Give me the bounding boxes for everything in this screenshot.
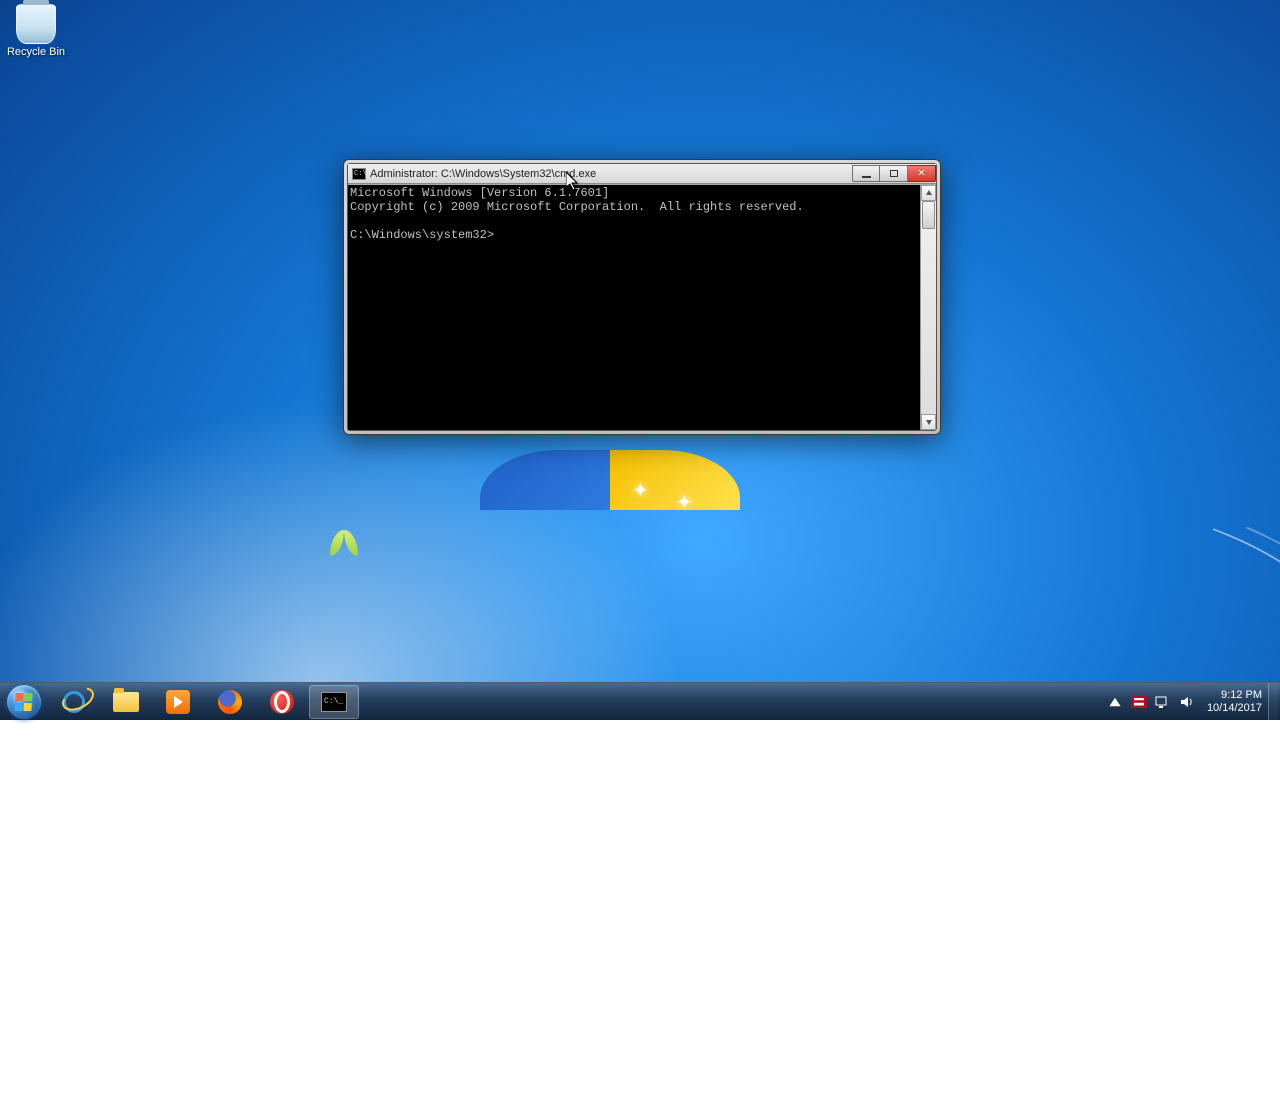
opera-icon bbox=[270, 690, 294, 714]
terminal-prompt: C:\Windows\system32> bbox=[350, 228, 494, 242]
maximize-button[interactable] bbox=[880, 165, 908, 182]
cmd-icon bbox=[352, 168, 366, 180]
minimize-icon bbox=[862, 176, 871, 178]
recycle-bin-icon[interactable]: Recycle Bin bbox=[6, 4, 66, 58]
show-desktop-button[interactable] bbox=[1268, 683, 1278, 721]
system-tray: 9:12 PM 10/14/2017 bbox=[1103, 683, 1280, 721]
terminal-output[interactable]: Microsoft Windows [Version 6.1.7601] Cop… bbox=[348, 185, 920, 430]
taskbar-pin-explorer[interactable] bbox=[101, 685, 151, 719]
network-icon bbox=[1155, 695, 1171, 709]
start-orb-icon bbox=[7, 685, 41, 719]
vertical-scrollbar[interactable] bbox=[920, 185, 936, 430]
close-button[interactable]: ✕ bbox=[908, 165, 936, 182]
clock-date: 10/14/2017 bbox=[1207, 702, 1262, 715]
wallpaper-sparkle: ✦ bbox=[676, 490, 693, 515]
close-icon: ✕ bbox=[917, 168, 925, 179]
taskbar-pin-mediaplayer[interactable] bbox=[153, 685, 203, 719]
firefox-icon bbox=[218, 690, 242, 714]
clock-time: 9:12 PM bbox=[1207, 689, 1262, 702]
window-titlebar[interactable]: Administrator: C:\Windows\System32\cmd.e… bbox=[348, 164, 936, 184]
scroll-down-button[interactable] bbox=[921, 414, 936, 430]
window-title: Administrator: C:\Windows\System32\cmd.e… bbox=[370, 168, 596, 180]
maximize-icon bbox=[890, 170, 898, 177]
folder-icon bbox=[113, 692, 139, 712]
scroll-up-button[interactable] bbox=[921, 185, 936, 201]
desktop-wallpaper[interactable]: ✦ ✦ Recycle Bin Administrator: C:\Window… bbox=[0, 0, 1280, 720]
trash-icon bbox=[16, 4, 56, 44]
internet-explorer-icon bbox=[63, 691, 85, 713]
recycle-bin-label: Recycle Bin bbox=[6, 46, 66, 58]
terminal-line: Microsoft Windows [Version 6.1.7601] bbox=[350, 186, 609, 200]
taskbar-running-cmd[interactable] bbox=[309, 685, 359, 719]
flag-icon bbox=[1131, 696, 1147, 708]
start-button[interactable] bbox=[0, 683, 48, 721]
taskbar-pin-ie[interactable] bbox=[49, 685, 99, 719]
terminal-line: Copyright (c) 2009 Microsoft Corporation… bbox=[350, 200, 804, 214]
tray-network-icon[interactable] bbox=[1154, 693, 1172, 711]
scrollbar-thumb[interactable] bbox=[922, 201, 935, 229]
play-icon bbox=[166, 690, 190, 714]
taskbar-pin-firefox[interactable] bbox=[205, 685, 255, 719]
minimize-button[interactable] bbox=[852, 165, 880, 182]
cmd-window[interactable]: Administrator: C:\Windows\System32\cmd.e… bbox=[343, 159, 941, 435]
wallpaper-sparkle: ✦ bbox=[632, 478, 649, 503]
speaker-icon bbox=[1180, 695, 1194, 709]
cmd-icon bbox=[321, 692, 347, 712]
tray-overflow-button[interactable] bbox=[1106, 693, 1124, 711]
tray-action-center-icon[interactable] bbox=[1130, 693, 1148, 711]
tray-volume-icon[interactable] bbox=[1178, 693, 1196, 711]
taskbar-pin-opera[interactable] bbox=[257, 685, 307, 719]
wallpaper-decoration bbox=[330, 530, 370, 570]
chevron-up-icon bbox=[1108, 695, 1122, 709]
scrollbar-track[interactable] bbox=[921, 201, 936, 414]
chevron-up-icon bbox=[925, 189, 933, 197]
taskbar[interactable]: 9:12 PM 10/14/2017 bbox=[0, 682, 1280, 720]
chevron-down-icon bbox=[925, 418, 933, 426]
taskbar-clock[interactable]: 9:12 PM 10/14/2017 bbox=[1207, 689, 1262, 715]
